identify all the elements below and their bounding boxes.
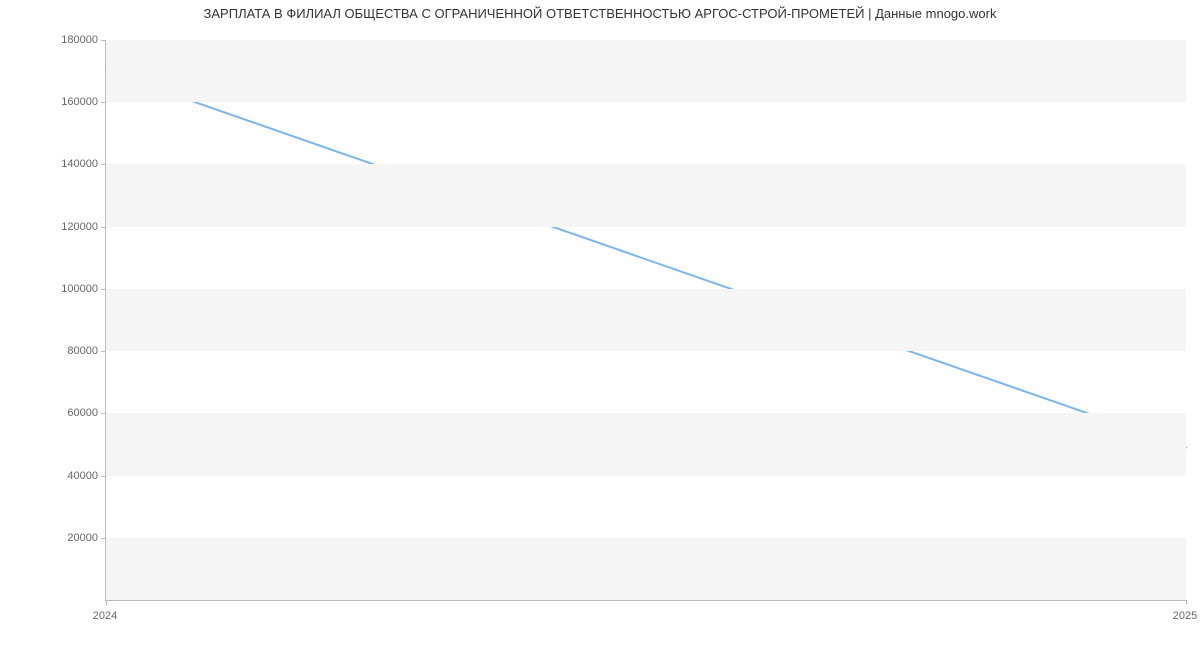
- grid-band: [106, 164, 1186, 226]
- grid-band: [106, 538, 1186, 600]
- series-line: [106, 71, 1186, 447]
- y-tick-mark: [101, 164, 106, 165]
- y-tick-mark: [101, 289, 106, 290]
- y-tick-mark: [101, 102, 106, 103]
- y-tick-mark: [101, 351, 106, 352]
- y-tick-label: 140000: [8, 158, 98, 170]
- x-tick-label: 2025: [1173, 610, 1197, 622]
- salary-line-chart: ЗАРПЛАТА В ФИЛИАЛ ОБЩЕСТВА С ОГРАНИЧЕННО…: [0, 0, 1200, 650]
- y-tick-label: 80000: [8, 345, 98, 357]
- y-tick-label: 20000: [8, 532, 98, 544]
- y-tick-label: 180000: [8, 34, 98, 46]
- x-tick-mark: [1186, 600, 1187, 605]
- grid-band: [106, 40, 1186, 102]
- grid-band: [106, 289, 1186, 351]
- y-tick-mark: [101, 538, 106, 539]
- x-tick-mark: [106, 600, 107, 605]
- y-tick-label: 120000: [8, 221, 98, 233]
- y-tick-label: 40000: [8, 470, 98, 482]
- y-tick-mark: [101, 40, 106, 41]
- y-tick-mark: [101, 227, 106, 228]
- y-tick-mark: [101, 413, 106, 414]
- y-tick-label: 100000: [8, 283, 98, 295]
- chart-title: ЗАРПЛАТА В ФИЛИАЛ ОБЩЕСТВА С ОГРАНИЧЕННО…: [0, 6, 1200, 21]
- y-tick-label: 60000: [8, 407, 98, 419]
- y-tick-mark: [101, 476, 106, 477]
- plot-area: [105, 40, 1186, 601]
- x-tick-label: 2024: [93, 610, 117, 622]
- y-tick-label: 160000: [8, 96, 98, 108]
- grid-band: [106, 413, 1186, 475]
